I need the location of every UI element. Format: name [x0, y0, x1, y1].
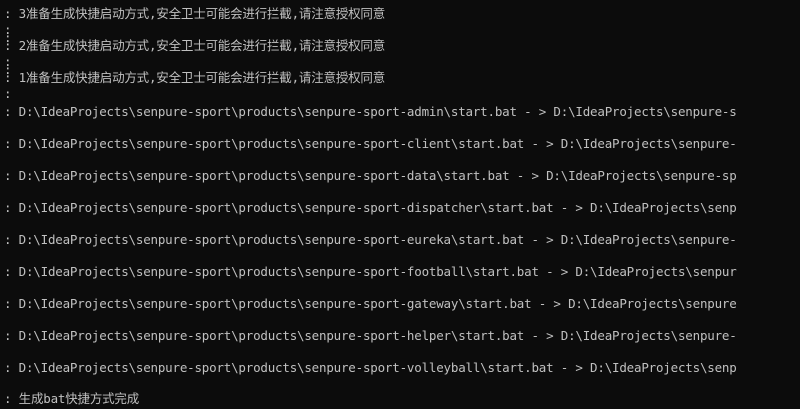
console-line-text: D:\IdeaProjects\senpure-sport\products\s… — [11, 200, 737, 215]
console-line: : D:\IdeaProjects\senpure-sport\products… — [4, 136, 737, 152]
console-line: : D:\IdeaProjects\senpure-sport\products… — [4, 168, 737, 184]
console-line: : D:\IdeaProjects\senpure-sport\products… — [4, 360, 737, 376]
console-line: : D:\IdeaProjects\senpure-sport\products… — [4, 328, 737, 344]
console-line-text: D:\IdeaProjects\senpure-sport\products\s… — [11, 232, 737, 247]
console-line: : D:\IdeaProjects\senpure-sport\products… — [4, 200, 737, 216]
console-line-text: 1准备生成快捷启动方式,安全卫士可能会进行拦截,请注意授权同意 — [11, 70, 386, 85]
console-line-text: D:\IdeaProjects\senpure-sport\products\s… — [11, 104, 737, 119]
console-line-text: D:\IdeaProjects\senpure-sport\products\s… — [11, 328, 737, 343]
console-line-text: D:\IdeaProjects\senpure-sport\products\s… — [11, 136, 737, 151]
console-line: : D:\IdeaProjects\senpure-sport\products… — [4, 232, 737, 248]
console-line-text: 2准备生成快捷启动方式,安全卫士可能会进行拦截,请注意授权同意 — [11, 38, 386, 53]
console-line: : 3准备生成快捷启动方式,安全卫士可能会进行拦截,请注意授权同意 — [4, 6, 385, 22]
console-line-text: D:\IdeaProjects\senpure-sport\products\s… — [11, 168, 737, 183]
console-line: : D:\IdeaProjects\senpure-sport\products… — [4, 264, 737, 280]
console-line: : 生成bat快捷方式完成 — [4, 391, 139, 407]
console-line-text: 生成bat快捷方式完成 — [11, 391, 140, 406]
console-line: : D:\IdeaProjects\senpure-sport\products… — [4, 296, 737, 312]
console-line: : 1准备生成快捷启动方式,安全卫士可能会进行拦截,请注意授权同意 — [4, 70, 385, 86]
console-line-text: D:\IdeaProjects\senpure-sport\products\s… — [11, 296, 737, 311]
console-window[interactable]: : 3准备生成快捷启动方式,安全卫士可能会进行拦截,请注意授权同意 : : : … — [0, 0, 800, 409]
console-line-text: D:\IdeaProjects\senpure-sport\products\s… — [11, 360, 737, 375]
console-line-text: D:\IdeaProjects\senpure-sport\products\s… — [11, 264, 737, 279]
console-line: : — [4, 86, 12, 102]
console-prompt-prefix: : — [4, 86, 12, 101]
console-line: : 2准备生成快捷启动方式,安全卫士可能会进行拦截,请注意授权同意 — [4, 38, 385, 54]
console-line-text: 3准备生成快捷启动方式,安全卫士可能会进行拦截,请注意授权同意 — [11, 6, 386, 21]
console-line: : D:\IdeaProjects\senpure-sport\products… — [4, 104, 737, 120]
